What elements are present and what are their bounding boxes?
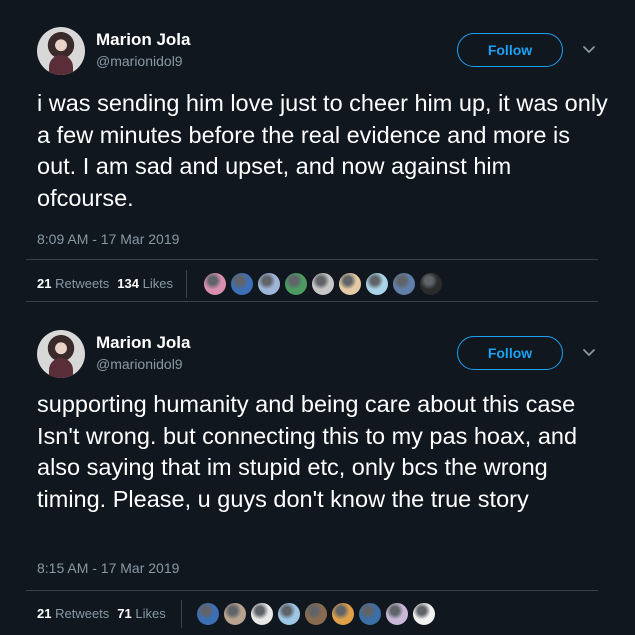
liker-avatar[interactable] [223,602,247,626]
likes-stat[interactable]: 71 Likes [117,606,165,621]
retweets-count: 21 [37,606,52,621]
liker-avatar[interactable] [277,602,301,626]
retweets-label: Retweets [55,606,110,621]
divider [26,590,598,591]
liker-avatars [181,600,439,628]
liker-avatar[interactable] [196,602,220,626]
liker-avatar[interactable] [257,272,281,296]
likes-stat[interactable]: 134 Likes [117,276,173,291]
retweets-label: Retweets [55,276,110,291]
tweet-text: i was sending him love just to cheer him… [37,90,608,211]
liker-avatar[interactable] [419,272,443,296]
avatar[interactable] [37,27,85,75]
liker-avatar[interactable] [203,272,227,296]
follow-button[interactable]: Follow [457,336,563,370]
author-handle[interactable]: @marionidol9 [96,53,183,69]
liker-avatar[interactable] [284,272,308,296]
engagement-stats: 21 Retweets 134 Likes [37,276,173,291]
retweets-stat[interactable]: 21 Retweets [37,606,109,621]
chevron-down-icon[interactable] [580,40,598,58]
liker-avatars [186,270,446,298]
liker-avatar[interactable] [250,602,274,626]
tweet-timestamp[interactable]: 8:15 AM - 17 Mar 2019 [37,560,179,576]
author-name[interactable]: Marion Jola [96,333,190,353]
divider [26,301,598,302]
liker-avatar[interactable] [392,272,416,296]
liker-avatar[interactable] [311,272,335,296]
retweets-count: 21 [37,276,52,291]
tweet-card[interactable]: Marion Jola @marionidol9 Follow i was se… [0,0,635,303]
liker-avatar[interactable] [331,602,355,626]
liker-avatar[interactable] [385,602,409,626]
liker-avatar[interactable] [358,602,382,626]
follow-button[interactable]: Follow [457,33,563,67]
chevron-down-icon[interactable] [580,343,598,361]
engagement-stats: 21 Retweets 71 Likes [37,606,166,621]
liker-avatar[interactable] [304,602,328,626]
likes-label: Likes [142,276,173,291]
liker-avatar[interactable] [412,602,436,626]
likes-count: 71 [117,606,132,621]
liker-avatar[interactable] [365,272,389,296]
tweet-card[interactable]: Marion Jola @marionidol9 Follow supporti… [0,303,635,635]
likes-count: 134 [117,276,139,291]
tweet-text: supporting humanity and being care about… [37,391,578,512]
tweet-timestamp[interactable]: 8:09 AM - 17 Mar 2019 [37,231,179,247]
author-handle[interactable]: @marionidol9 [96,356,183,372]
liker-avatar[interactable] [338,272,362,296]
retweets-stat[interactable]: 21 Retweets [37,276,109,291]
liker-avatar[interactable] [230,272,254,296]
avatar[interactable] [37,330,85,378]
likes-label: Likes [135,606,166,621]
author-name[interactable]: Marion Jola [96,30,190,50]
divider [26,259,598,260]
